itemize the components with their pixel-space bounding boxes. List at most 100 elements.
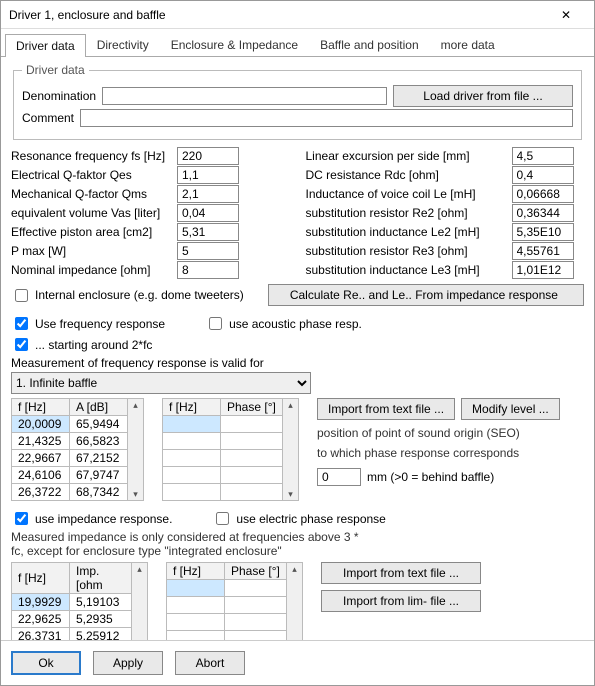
- parameters-grid: Resonance frequency fs [Hz] Electrical Q…: [11, 146, 584, 280]
- col-header: Phase [°]: [225, 563, 287, 580]
- tab-directivity[interactable]: Directivity: [86, 33, 160, 56]
- param-qms-input[interactable]: [177, 185, 239, 203]
- use-freq-resp-checkbox[interactable]: Use frequency response: [11, 314, 165, 333]
- calc-impedance-button[interactable]: Calculate Re.. and Le.. From impedance r…: [268, 284, 584, 306]
- seo-mm-input[interactable]: [317, 468, 361, 486]
- use-freq-resp-input[interactable]: [15, 317, 28, 330]
- table-row: [167, 614, 287, 631]
- phase-table[interactable]: f [Hz]Phase [°]: [162, 398, 283, 501]
- param-pmax-input[interactable]: [177, 242, 239, 260]
- param-znominal-input[interactable]: [177, 261, 239, 279]
- imp-table[interactable]: f [Hz]Imp. [ohm 19,99295,19103 22,96255,…: [11, 562, 132, 640]
- table-row: [163, 433, 283, 450]
- imp-right-actions: Import from text file ... Import from li…: [321, 562, 481, 612]
- driver-data-group: Driver data Denomination Load driver fro…: [13, 63, 582, 140]
- tab-driver-data[interactable]: Driver data: [5, 34, 86, 57]
- use-acoustic-phase-label: use acoustic phase resp.: [229, 317, 362, 331]
- table-row: [163, 416, 283, 433]
- param-rdc-input[interactable]: [512, 166, 574, 184]
- param-label: equivalent volume Vas [liter]: [11, 206, 171, 220]
- use-impedance-resp-label: use impedance response.: [35, 512, 172, 526]
- load-driver-button[interactable]: Load driver from file ...: [393, 85, 573, 107]
- table-row: [167, 597, 287, 614]
- footer-buttons: Ok Apply Abort: [1, 640, 594, 685]
- internal-enclosure-input[interactable]: [15, 289, 28, 302]
- validity-label: Measurement of frequency response is val…: [11, 356, 264, 370]
- validity-select[interactable]: 1. Infinite baffle: [11, 372, 311, 394]
- tab-more-data[interactable]: more data: [430, 33, 506, 56]
- internal-enclosure-checkbox[interactable]: Internal enclosure (e.g. dome tweeters): [11, 286, 244, 305]
- param-xmax-input[interactable]: [512, 147, 574, 165]
- phase-table-scrollbar[interactable]: ▴ ▾: [283, 398, 299, 501]
- use-impedance-resp-checkbox[interactable]: use impedance response.: [11, 509, 172, 528]
- table-row: 26,372268,7342: [12, 484, 128, 501]
- use-acoustic-phase-input[interactable]: [209, 317, 222, 330]
- window: Driver 1, enclosure and baffle ✕ Driver …: [0, 0, 595, 686]
- col-header: f [Hz]: [167, 563, 225, 580]
- table-row: 22,96255,2935: [12, 611, 132, 628]
- param-re2-input[interactable]: [512, 204, 574, 222]
- table-row: 21,432566,5823: [12, 433, 128, 450]
- param-re3-input[interactable]: [512, 242, 574, 260]
- starting-2fc-input[interactable]: [15, 338, 28, 351]
- param-vas-input[interactable]: [177, 204, 239, 222]
- comment-input[interactable]: [80, 109, 573, 127]
- scroll-up-icon: ▴: [292, 563, 297, 575]
- table-row: [167, 580, 287, 597]
- tab-enclosure-impedance[interactable]: Enclosure & Impedance: [160, 33, 309, 56]
- content-area: Driver data Denomination Load driver fro…: [1, 57, 594, 640]
- denomination-input[interactable]: [102, 87, 387, 105]
- freq-table[interactable]: f [Hz]A [dB] 20,000965,9494 21,432566,58…: [11, 398, 128, 501]
- params-right: Linear excursion per side [mm] DC resist…: [306, 146, 585, 280]
- tab-baffle-position[interactable]: Baffle and position: [309, 33, 430, 56]
- param-label: Resonance frequency fs [Hz]: [11, 149, 171, 163]
- param-piston-input[interactable]: [177, 223, 239, 241]
- param-le3-input[interactable]: [512, 261, 574, 279]
- param-le2-input[interactable]: [512, 223, 574, 241]
- table-row: [167, 631, 287, 641]
- ok-button[interactable]: Ok: [11, 651, 81, 675]
- apply-button[interactable]: Apply: [93, 651, 163, 675]
- col-header: f [Hz]: [163, 399, 221, 416]
- seo-mm-suffix: mm (>0 = behind baffle): [367, 470, 494, 484]
- scroll-up-icon: ▴: [133, 399, 138, 411]
- import-freq-button[interactable]: Import from text file ...: [317, 398, 455, 420]
- internal-enclosure-label: Internal enclosure (e.g. dome tweeters): [35, 288, 244, 302]
- use-electric-phase-label: use electric phase response: [236, 512, 385, 526]
- freq-tables-row: f [Hz]A [dB] 20,000965,9494 21,432566,58…: [11, 398, 584, 501]
- imp-phase-table-wrap: f [Hz]Phase [°] ▴ ▾: [166, 562, 303, 640]
- col-header: f [Hz]: [12, 563, 70, 594]
- import-imp-lim-button[interactable]: Import from lim- file ...: [321, 590, 481, 612]
- modify-level-button[interactable]: Modify level ...: [461, 398, 560, 420]
- col-header: f [Hz]: [12, 399, 70, 416]
- freq-table-scrollbar[interactable]: ▴ ▾: [128, 398, 144, 501]
- imp-table-wrap: f [Hz]Imp. [ohm 19,99295,19103 22,96255,…: [11, 562, 148, 640]
- imp-phase-table[interactable]: f [Hz]Phase [°]: [166, 562, 287, 640]
- imp-table-scrollbar[interactable]: ▴ ▾: [132, 562, 148, 640]
- scroll-up-icon: ▴: [137, 563, 142, 575]
- seo-note-1: position of point of sound origin (SEO): [317, 426, 560, 440]
- use-electric-phase-input[interactable]: [216, 512, 229, 525]
- group-legend: Driver data: [22, 63, 89, 77]
- use-electric-phase-checkbox[interactable]: use electric phase response: [212, 509, 385, 528]
- table-row: 20,000965,9494: [12, 416, 128, 433]
- abort-button[interactable]: Abort: [175, 651, 245, 675]
- comment-label: Comment: [22, 111, 74, 125]
- param-qes-input[interactable]: [177, 166, 239, 184]
- use-acoustic-phase-checkbox[interactable]: use acoustic phase resp.: [205, 314, 362, 333]
- imp-phase-table-scrollbar[interactable]: ▴ ▾: [287, 562, 303, 640]
- param-le-input[interactable]: [512, 185, 574, 203]
- param-label: substitution inductance Le3 [mH]: [306, 263, 506, 277]
- param-fs-input[interactable]: [177, 147, 239, 165]
- close-button[interactable]: ✕: [546, 1, 586, 28]
- import-imp-txt-button[interactable]: Import from text file ...: [321, 562, 481, 584]
- denomination-label: Denomination: [22, 89, 96, 103]
- freq-right-actions: Import from text file ... Modify level .…: [317, 398, 560, 488]
- use-impedance-resp-input[interactable]: [15, 512, 28, 525]
- scroll-down-icon: ▾: [288, 488, 293, 500]
- freq-table-wrap: f [Hz]A [dB] 20,000965,9494 21,432566,58…: [11, 398, 144, 501]
- use-freq-resp-label: Use frequency response: [35, 317, 165, 331]
- col-header: A [dB]: [70, 399, 128, 416]
- impedance-note: Measured impedance is only considered at…: [11, 530, 371, 558]
- starting-2fc-checkbox[interactable]: ... starting around 2*fc: [11, 335, 152, 354]
